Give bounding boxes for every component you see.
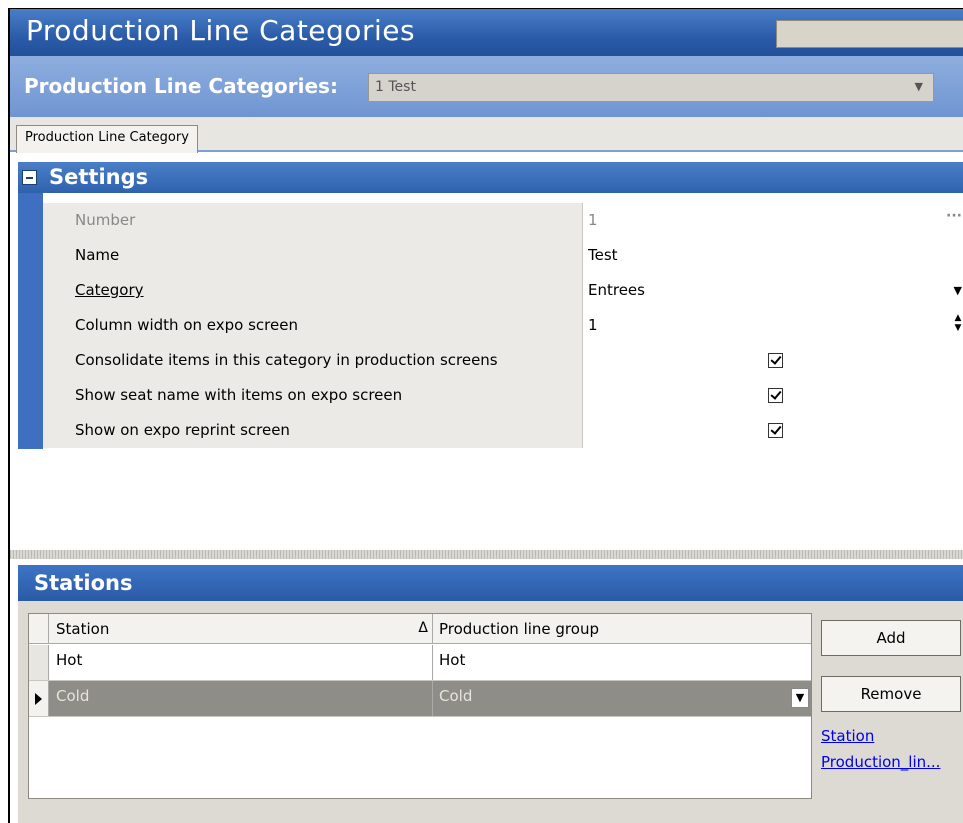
dropdown-arrow-icon[interactable]: ▼ — [791, 688, 809, 708]
property-name: Show seat name with items on expo screen — [43, 378, 583, 413]
grid-header: Station Δ Production line group — [29, 614, 811, 644]
property-row-name: Name Test — [43, 238, 963, 273]
property-name: Column width on expo screen — [43, 308, 583, 343]
property-value: Entrees — [588, 281, 645, 299]
collapse-minus-icon[interactable] — [22, 170, 37, 185]
stations-grid: Station Δ Production line group Hot Hot … — [28, 613, 812, 799]
property-row-category: Category Entrees ▼ — [43, 273, 963, 308]
spinner-icon[interactable]: ▲ ▼ — [953, 313, 963, 333]
category-link[interactable]: Category — [43, 273, 583, 308]
property-row-number: Number 1 ··· — [43, 203, 963, 238]
tab-strip: Production Line Category — [10, 117, 963, 153]
row-selector[interactable] — [29, 645, 49, 680]
production-line-link[interactable]: Production_lin... — [821, 753, 940, 771]
group-cell[interactable]: Cold ▼ — [433, 681, 811, 716]
show-seat-name-cell — [583, 378, 963, 413]
settings-group-header[interactable]: Settings — [18, 162, 963, 193]
property-value: Test — [588, 246, 618, 264]
selector-label: Production Line Categories: — [24, 74, 338, 98]
ellipsis-icon[interactable]: ··· — [946, 208, 962, 224]
expo-reprint-cell — [583, 413, 963, 448]
panel-splitter[interactable] — [10, 550, 963, 559]
group-cell[interactable]: Hot — [433, 645, 811, 680]
station-cell[interactable]: Hot — [49, 645, 433, 680]
property-row-column-width: Column width on expo screen 1 ▲ ▼ — [43, 308, 963, 343]
station-cell[interactable]: Cold — [49, 681, 433, 716]
row-pointer-icon — [35, 693, 42, 705]
stations-title: Stations — [34, 571, 133, 595]
row-selector[interactable] — [29, 681, 49, 716]
selector-value: 1 Test — [375, 79, 416, 95]
settings-group-bar — [18, 193, 43, 449]
consolidate-cell — [583, 343, 963, 378]
column-width-stepper[interactable]: 1 ▲ ▼ — [583, 308, 963, 343]
column-header-production-line-group[interactable]: Production line group — [433, 614, 811, 643]
group-value: Cold — [439, 687, 473, 705]
column-header-station[interactable]: Station Δ — [49, 614, 433, 643]
remove-button[interactable]: Remove — [821, 676, 961, 712]
tab-production-line-category[interactable]: Production Line Category — [16, 125, 198, 153]
property-row-consolidate: Consolidate items in this category in pr… — [43, 343, 963, 378]
record-selector-dropdown[interactable]: 1 Test ▼ — [368, 73, 934, 102]
dropdown-arrow-icon[interactable]: ▼ — [954, 284, 962, 297]
category-dropdown[interactable]: Entrees ▼ — [583, 273, 963, 308]
title-bar-panel — [776, 20, 963, 48]
sort-ascending-icon: Δ — [418, 620, 428, 636]
selector-bar: Production Line Categories: 1 Test ▼ — [10, 56, 963, 117]
property-name: Show on expo reprint screen — [43, 413, 583, 448]
property-value: 1 — [588, 316, 598, 334]
show-seat-name-checkbox[interactable] — [768, 388, 783, 403]
add-button[interactable]: Add — [821, 620, 961, 656]
property-name: Consolidate items in this category in pr… — [43, 343, 583, 378]
settings-property-grid: Number 1 ··· Name Test Category Entrees … — [43, 203, 963, 448]
column-header-label: Station — [56, 620, 110, 638]
window-title: Production Line Categories — [26, 14, 416, 47]
expo-reprint-checkbox[interactable] — [768, 423, 783, 438]
name-field[interactable]: Test — [583, 238, 963, 273]
number-field[interactable]: 1 ··· — [583, 203, 963, 238]
dropdown-arrow-icon[interactable]: ▼ — [915, 80, 923, 93]
consolidate-checkbox[interactable] — [768, 353, 783, 368]
property-name: Number — [43, 203, 583, 238]
row-selector-header — [29, 614, 49, 643]
table-row[interactable]: Cold Cold ▼ — [29, 681, 811, 717]
property-name: Name — [43, 238, 583, 273]
property-row-expo-reprint: Show on expo reprint screen — [43, 413, 963, 448]
property-row-show-seat-name: Show seat name with items on expo screen — [43, 378, 963, 413]
stations-header: Stations — [18, 565, 963, 601]
main-window: Production Line Categories Production Li… — [8, 8, 963, 823]
station-link[interactable]: Station — [821, 727, 874, 745]
table-row[interactable]: Hot Hot — [29, 645, 811, 681]
property-value: 1 — [588, 211, 598, 229]
settings-title: Settings — [49, 165, 149, 189]
title-bar: Production Line Categories — [10, 9, 963, 56]
